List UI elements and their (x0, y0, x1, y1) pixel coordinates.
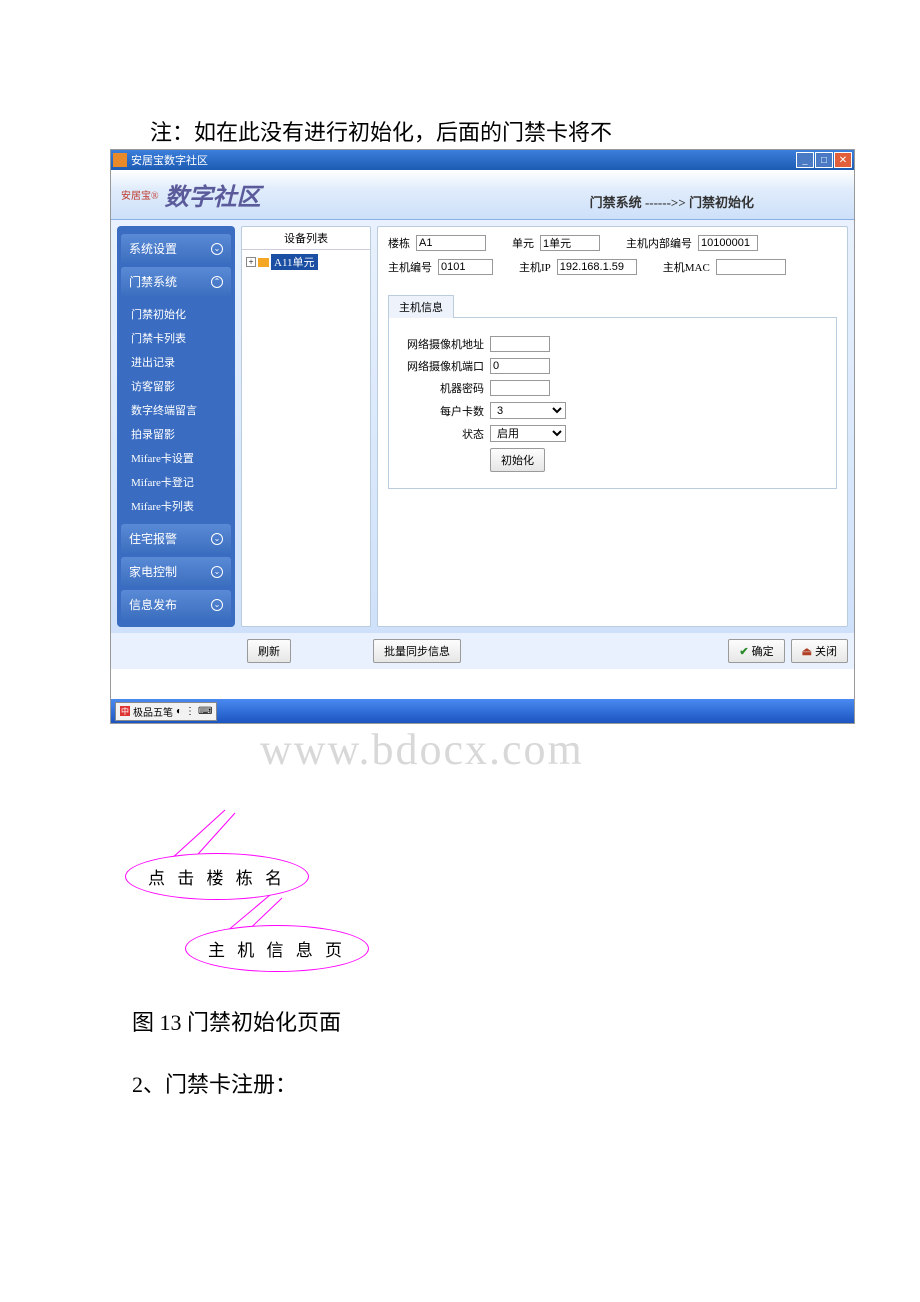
cam-port-input[interactable] (490, 358, 550, 374)
chevron-down-icon: ⌄ (211, 566, 223, 578)
sidebar-item[interactable]: Mifare卡登记 (117, 470, 235, 494)
status-label: 状态 (399, 426, 484, 442)
hostinfo-tab[interactable]: 主机信息 (388, 295, 454, 318)
sidebar-group-info[interactable]: 信息发布 ⌄ (121, 590, 231, 619)
sidebar-item[interactable]: 进出记录 (117, 350, 235, 374)
watermark: www.bdocx.com (260, 724, 920, 775)
sidebar: 系统设置 ⌄ 门禁系统 ⌃ 门禁初始化 门禁卡列表 进出记录 访客留影 数字终端… (117, 226, 235, 627)
check-icon: ✔ (739, 645, 748, 658)
sidebar-item[interactable]: Mifare卡设置 (117, 446, 235, 470)
callouts: 点 击 楼 栋 名 主 机 信 息 页 (110, 805, 855, 975)
maximize-button[interactable]: □ (815, 152, 833, 168)
cards-select[interactable]: 3 (490, 402, 566, 419)
tree-node-label: A11单元 (271, 254, 318, 270)
breadcrumb-system: 门禁系统 (590, 195, 642, 210)
app-header: 安居宝® 数字社区 门禁系统 ------>> 门禁初始化 (111, 170, 854, 220)
cam-port-label: 网络摄像机端口 (399, 358, 484, 374)
sidebar-item[interactable]: 门禁卡列表 (117, 326, 235, 350)
doc-note: 注：如在此没有进行初始化，后面的门禁卡将不 (150, 115, 920, 147)
init-button[interactable]: 初始化 (490, 448, 545, 472)
status-select[interactable]: 启用 (490, 425, 566, 442)
figure-caption: 图 13 门禁初始化页面 (132, 1005, 920, 1037)
app-icon (113, 153, 127, 167)
callout-bubble-building: 点 击 楼 栋 名 (125, 853, 309, 900)
sidebar-group-access[interactable]: 门禁系统 ⌃ (121, 267, 231, 296)
batch-sync-button[interactable]: 批量同步信息 (373, 639, 461, 663)
breadcrumb: 门禁系统 ------>> 门禁初始化 (590, 192, 754, 211)
sidebar-item[interactable]: 门禁初始化 (117, 302, 235, 326)
building-label: 楼栋 (388, 235, 410, 251)
sidebar-label: 系统设置 (129, 240, 177, 257)
exit-icon: ⏏ (802, 645, 812, 658)
cam-addr-input[interactable] (490, 336, 550, 352)
hostmac-label: 主机MAC (663, 259, 710, 275)
titlebar: 安居宝数字社区 _ □ ✕ (111, 150, 854, 170)
callout-bubble-hostinfo: 主 机 信 息 页 (185, 925, 369, 972)
breadcrumb-page: 门禁初始化 (689, 195, 754, 210)
close-panel-button[interactable]: ⏏关闭 (791, 639, 848, 663)
sidebar-group-system[interactable]: 系统设置 ⌄ (121, 234, 231, 263)
sidebar-item[interactable]: Mifare卡列表 (117, 494, 235, 518)
cam-addr-label: 网络摄像机地址 (399, 336, 484, 352)
pwd-label: 机器密码 (399, 380, 484, 396)
sidebar-label: 门禁系统 (129, 273, 177, 290)
folder-icon (258, 258, 269, 267)
pwd-input[interactable] (490, 380, 550, 396)
app-title: 安居宝数字社区 (131, 152, 795, 168)
close-button[interactable]: ✕ (834, 152, 852, 168)
chevron-down-icon: ⌄ (211, 243, 223, 255)
bottom-bar: 刷新 批量同步信息 ✔确定 ⏏关闭 (111, 633, 854, 669)
sidebar-label: 住宅报警 (129, 530, 177, 547)
unit-label: 单元 (512, 235, 534, 251)
app-screenshot: 安居宝数字社区 _ □ ✕ 安居宝® 数字社区 门禁系统 ------>> 门禁… (110, 149, 855, 724)
ime-icon: 中 (120, 706, 130, 716)
hostip-input[interactable] (557, 259, 637, 275)
tree-title: 设备列表 (242, 227, 370, 250)
chevron-up-icon: ⌃ (211, 276, 223, 288)
expand-icon[interactable]: + (246, 257, 256, 267)
building-input[interactable] (416, 235, 486, 251)
refresh-button[interactable]: 刷新 (247, 639, 291, 663)
sidebar-item[interactable]: 拍录留影 (117, 422, 235, 446)
sidebar-item[interactable]: 数字终端留言 (117, 398, 235, 422)
cards-label: 每户卡数 (399, 403, 484, 419)
sidebar-group-appliance[interactable]: 家电控制 ⌄ (121, 557, 231, 586)
ime-label: 极品五笔 (133, 704, 173, 719)
breadcrumb-sep: ------>> (645, 195, 689, 210)
chevron-down-icon: ⌄ (211, 599, 223, 611)
sidebar-label: 信息发布 (129, 596, 177, 613)
unit-input[interactable] (540, 235, 600, 251)
sidebar-item[interactable]: 访客留影 (117, 374, 235, 398)
ok-button[interactable]: ✔确定 (728, 639, 784, 663)
logo-badge: 安居宝® (121, 187, 159, 202)
inner-label: 主机内部编号 (626, 235, 692, 251)
minimize-button[interactable]: _ (796, 152, 814, 168)
sidebar-group-alarm[interactable]: 住宅报警 ⌄ (121, 524, 231, 553)
ime-extra-icon: ◐ (176, 706, 182, 717)
device-tree: 设备列表 + A11单元 (241, 226, 371, 627)
taskbar: 中 极品五笔 ◐ ⋮ ⌨ (111, 699, 854, 723)
logo-text: 数字社区 (165, 177, 261, 212)
hostip-label: 主机IP (519, 259, 551, 275)
inner-input[interactable] (698, 235, 758, 251)
main-panel: 楼栋 单元 主机内部编号 主机编号 主机IP 主机MAC 主机信息 (377, 226, 848, 627)
section-heading: 2、门禁卡注册： (132, 1067, 920, 1099)
ime-indicator[interactable]: 中 极品五笔 ◐ ⋮ ⌨ (115, 702, 217, 721)
hostno-input[interactable] (438, 259, 493, 275)
ime-extra-icon: ⋮ (185, 706, 195, 717)
hostinfo-box: 网络摄像机地址 网络摄像机端口 机器密码 每户卡数 3 (388, 317, 837, 489)
hostno-label: 主机编号 (388, 259, 432, 275)
chevron-down-icon: ⌄ (211, 533, 223, 545)
sidebar-label: 家电控制 (129, 563, 177, 580)
tree-node[interactable]: + A11单元 (246, 254, 366, 270)
ime-extra-icon: ⌨ (198, 706, 212, 717)
hostmac-input[interactable] (716, 259, 786, 275)
